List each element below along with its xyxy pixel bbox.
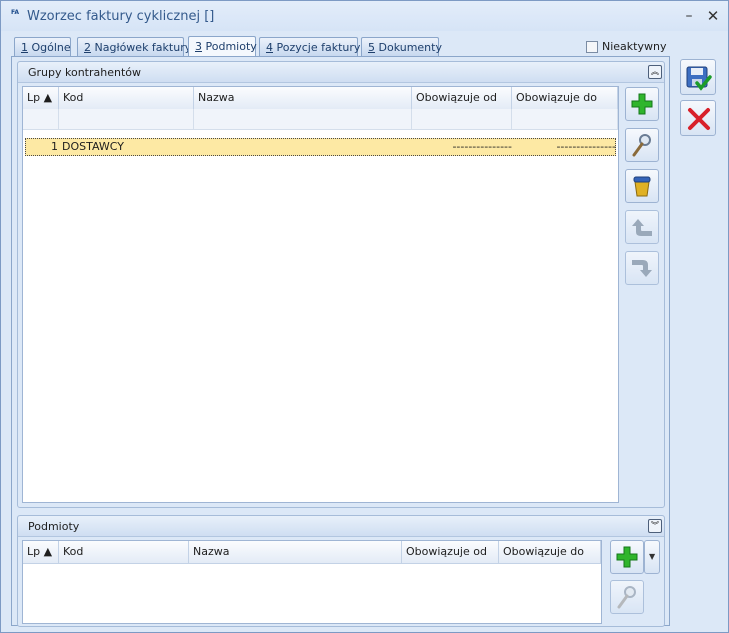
add-group-button[interactable]	[625, 87, 659, 121]
trash-icon	[633, 176, 651, 197]
tab-hotkey: 3	[195, 40, 202, 53]
tab-hotkey: 5	[368, 41, 375, 54]
chevron-down-icon: ▼	[649, 552, 656, 561]
entities-grid-header: Lp ▲ Kod Nazwa Obowiązuje od Obowiązuje …	[23, 541, 601, 564]
title-bar: FA Wzorzec faktury cyklicznej [] – ✕	[1, 1, 728, 31]
app-icon: FA	[10, 9, 20, 16]
cell-nazwa	[196, 139, 410, 155]
column-header-do[interactable]: Obowiązuje do	[512, 87, 618, 109]
tab-pozycje-faktury[interactable]: 4 Pozycje faktury	[259, 37, 361, 56]
close-window-button[interactable]: ✕	[705, 7, 721, 25]
column-header-lp[interactable]: Lp ▲	[23, 87, 59, 109]
cell-do: ---------------	[556, 140, 616, 153]
column-header-lp[interactable]: Lp ▲	[23, 541, 59, 563]
tab-label: Pozycje faktury	[273, 41, 361, 54]
filter-kod[interactable]	[59, 109, 194, 129]
collapse-icon[interactable]: ︽	[648, 65, 662, 79]
filter-od[interactable]	[412, 109, 512, 129]
groups-grid: Lp ▲ Kod Nazwa Obowiązuje od Obowiązuje …	[22, 86, 619, 503]
move-down-button[interactable]	[625, 251, 659, 285]
groups-section-header: Grupy kontrahentów ︽	[18, 62, 664, 83]
expand-icon[interactable]: ︾	[648, 519, 662, 533]
add-entity-dropdown[interactable]: ▼	[644, 540, 660, 574]
groups-section-title: Grupy kontrahentów	[28, 66, 142, 79]
add-entity-button[interactable]	[610, 540, 644, 574]
entities-section-title: Podmioty	[28, 520, 80, 533]
magnifier-icon	[632, 134, 651, 157]
edit-entity-button[interactable]	[610, 580, 644, 614]
cancel-x-icon	[688, 108, 710, 130]
column-header-od[interactable]: Obowiązuje od	[412, 87, 512, 109]
inactive-checkbox-label: Nieaktywny	[602, 40, 667, 53]
filter-lp[interactable]	[23, 109, 59, 129]
groups-section: Grupy kontrahentów ︽ Lp ▲ Kod Nazwa Obow…	[17, 61, 665, 508]
arrow-up-icon	[632, 219, 652, 236]
cell-od: ---------------	[452, 140, 512, 153]
table-row[interactable]: 1 DOSTAWCY --------------- -------------…	[25, 138, 616, 156]
edit-group-button[interactable]	[625, 128, 659, 162]
tab-label: Nagłówek faktury	[91, 41, 192, 54]
tab-hotkey: 1	[21, 41, 28, 54]
plus-icon	[631, 93, 653, 115]
groups-grid-header: Lp ▲ Kod Nazwa Obowiązuje od Obowiązuje …	[23, 87, 618, 110]
column-header-od[interactable]: Obowiązuje od	[402, 541, 499, 563]
tab-ogolne[interactable]: 1 Ogólne	[14, 37, 71, 56]
column-header-kod[interactable]: Kod	[59, 541, 189, 563]
delete-group-button[interactable]	[625, 169, 659, 203]
column-header-nazwa[interactable]: Nazwa	[189, 541, 402, 563]
save-button[interactable]	[680, 59, 716, 95]
entities-grid: Lp ▲ Kod Nazwa Obowiązuje od Obowiązuje …	[22, 540, 602, 624]
tab-hotkey: 2	[84, 41, 91, 54]
cancel-button[interactable]	[680, 100, 716, 136]
groups-filter-row	[23, 109, 618, 130]
tab-label: Dokumenty	[375, 41, 442, 54]
column-header-nazwa[interactable]: Nazwa	[194, 87, 412, 109]
tab-naglowek-faktury[interactable]: 2 Nagłówek faktury	[77, 37, 191, 56]
tab-dokumenty[interactable]: 5 Dokumenty	[361, 37, 442, 56]
minimize-button[interactable]: –	[682, 8, 696, 24]
inactive-checkbox[interactable]	[586, 41, 598, 53]
dialog-window: FA Wzorzec faktury cyklicznej [] – ✕ 1 O…	[0, 0, 729, 633]
arrow-down-icon	[632, 260, 652, 277]
column-header-do[interactable]: Obowiązuje do	[499, 541, 601, 563]
filter-nazwa[interactable]	[194, 109, 412, 129]
magnifier-icon	[617, 586, 636, 609]
column-header-kod[interactable]: Kod	[59, 87, 194, 109]
entities-section-header: Podmioty ︾	[18, 516, 664, 537]
tab-hotkey: 4	[266, 41, 273, 54]
cell-kod: DOSTAWCY	[62, 140, 124, 153]
plus-icon	[616, 546, 638, 568]
window-title: Wzorzec faktury cyklicznej []	[27, 9, 215, 24]
tab-label: Ogólne	[28, 41, 71, 54]
filter-do[interactable]	[512, 109, 618, 129]
cell-lp: 1	[51, 140, 58, 153]
podmioty-tab-panel: Grupy kontrahentów ︽ Lp ▲ Kod Nazwa Obow…	[11, 56, 670, 627]
save-disk-icon	[686, 66, 712, 91]
tab-podmioty[interactable]: 3 Podmioty	[188, 36, 257, 57]
entities-section: Podmioty ︾ Lp ▲ Kod Nazwa Obowiązuje od …	[17, 515, 665, 627]
tab-label: Podmioty	[202, 40, 257, 53]
move-up-button[interactable]	[625, 210, 659, 244]
